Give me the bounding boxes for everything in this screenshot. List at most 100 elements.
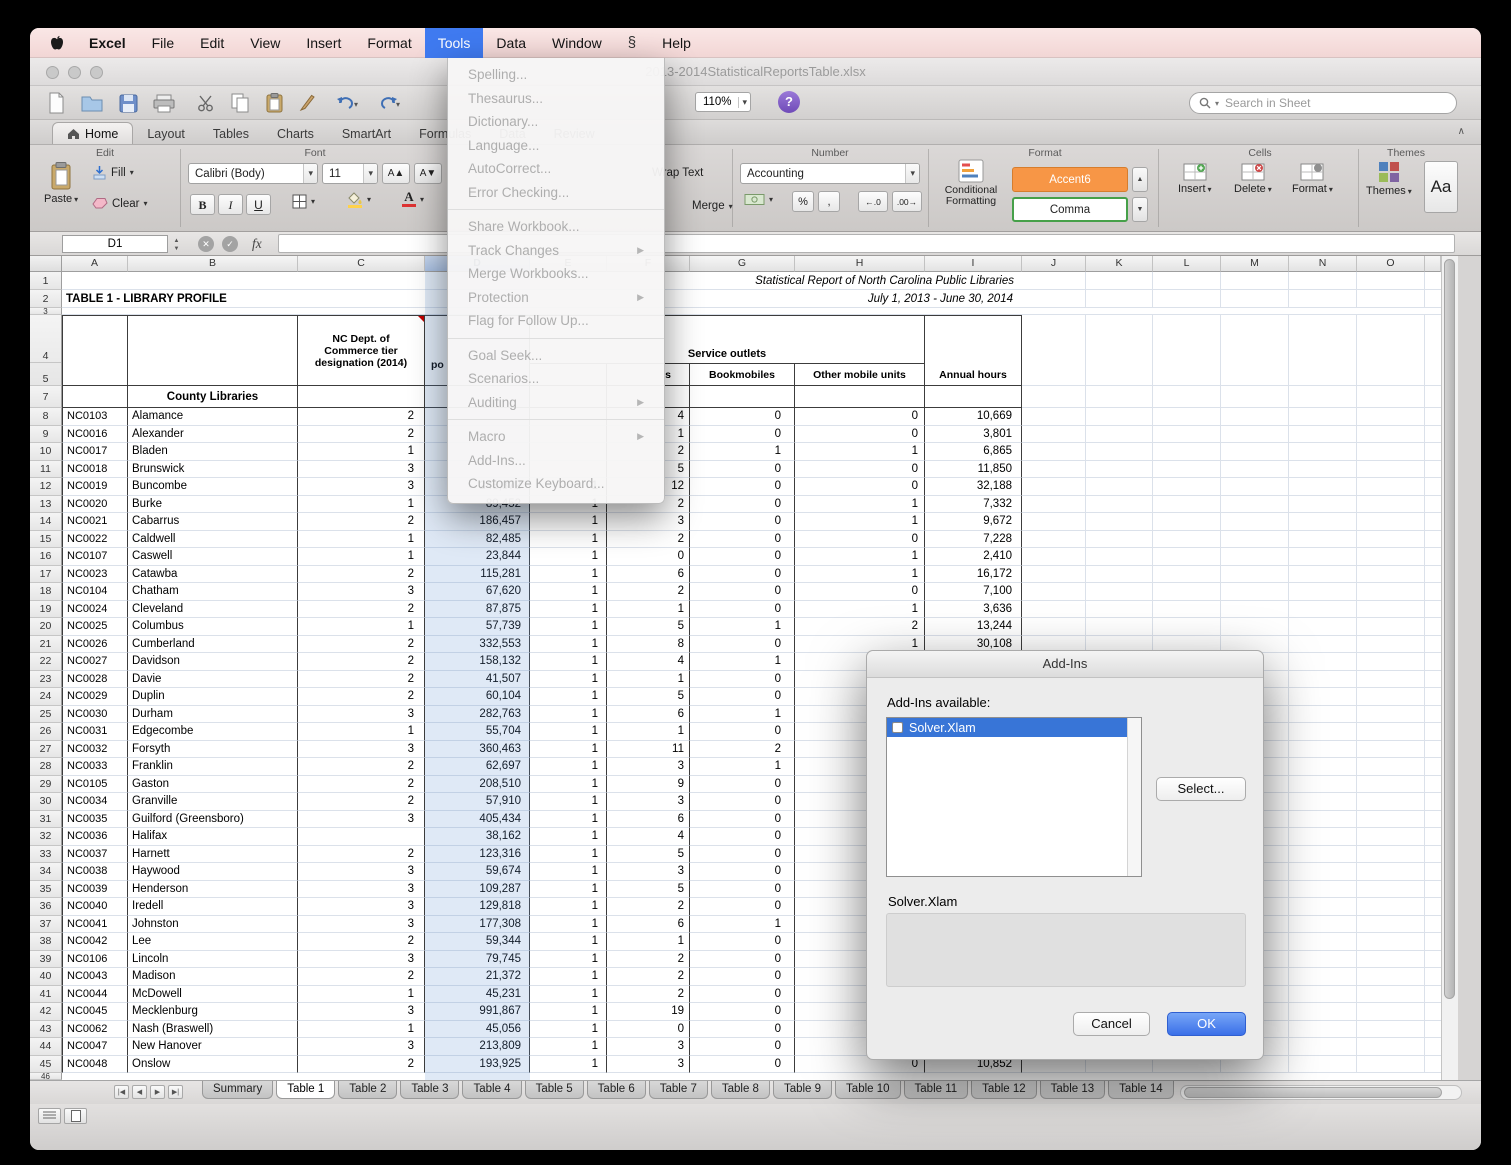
cell[interactable]: 3 [298,951,425,969]
menu-item-flag-for-follow-up[interactable]: Flag for Follow Up... [448,309,664,333]
row-header-22[interactable]: 22 [30,653,62,671]
cell[interactable]: 1 [298,531,425,549]
cell[interactable]: 0 [690,601,795,619]
row-header-9[interactable]: 9 [30,426,62,444]
cell[interactable] [1357,811,1425,829]
cell[interactable] [1357,1056,1425,1074]
cell[interactable]: NC0043 [62,968,128,986]
cell[interactable]: Guilford (Greensboro) [128,811,298,829]
cell[interactable] [1086,496,1153,514]
sheet-tab-table-8[interactable]: Table 8 [711,1081,770,1099]
row-header-46[interactable]: 46 [30,1073,62,1080]
print-button[interactable] [150,91,178,115]
row-header-44[interactable]: 44 [30,1038,62,1056]
cell[interactable] [1022,315,1086,386]
cell[interactable] [1221,478,1289,496]
cell[interactable] [1425,566,1441,584]
cell[interactable]: 0 [690,986,795,1004]
cell[interactable] [1289,671,1357,689]
cell[interactable]: 1 [690,653,795,671]
cell[interactable] [1153,496,1221,514]
cell[interactable]: Gaston [128,776,298,794]
cell[interactable]: 2 [298,408,425,426]
cell[interactable] [1022,290,1086,308]
sheet-tab-table-7[interactable]: Table 7 [649,1081,708,1099]
cell[interactable] [1425,758,1441,776]
cell[interactable]: 1 [530,863,607,881]
tab-tables[interactable]: Tables [199,123,263,144]
cell[interactable] [1425,461,1441,479]
cell[interactable]: 1 [530,951,607,969]
cell[interactable]: 1 [530,706,607,724]
format-cells-button[interactable]: Format▾ [1292,163,1333,195]
cell[interactable]: 1 [530,898,607,916]
cell[interactable]: NC0023 [62,566,128,584]
cell[interactable] [690,386,795,408]
cell[interactable] [1425,408,1441,426]
cell[interactable] [1289,426,1357,444]
cell[interactable] [1425,793,1441,811]
borders-button[interactable]: ▾ [292,194,315,209]
cell[interactable]: 38,162 [425,828,530,846]
cell[interactable]: 3 [298,863,425,881]
row-header-35[interactable]: 35 [30,881,62,899]
cell[interactable] [1289,461,1357,479]
cell[interactable] [1289,863,1357,881]
cell[interactable]: 55,704 [425,723,530,741]
cell[interactable] [1289,741,1357,759]
cell[interactable] [1425,531,1441,549]
cell[interactable]: 0 [690,951,795,969]
cell[interactable] [1086,566,1153,584]
cell[interactable]: NC0048 [62,1056,128,1074]
cell[interactable]: 11,850 [925,461,1022,479]
cell[interactable] [62,1073,1441,1080]
cell[interactable]: 5 [607,688,690,706]
cell[interactable] [1289,583,1357,601]
cancel-button[interactable]: Cancel [1073,1012,1150,1036]
cell[interactable]: 5 [607,618,690,636]
cell[interactable] [1357,1021,1425,1039]
cell[interactable]: 2 [298,933,425,951]
cell[interactable]: Madison [128,968,298,986]
cell[interactable]: 2 [607,583,690,601]
cell[interactable] [1425,1056,1441,1074]
cell[interactable]: 193,925 [425,1056,530,1074]
row-header-21[interactable]: 21 [30,636,62,654]
vertical-scrollbar[interactable] [1441,256,1458,1080]
cell[interactable]: 1 [530,513,607,531]
cell[interactable] [1086,408,1153,426]
cell[interactable]: 1 [530,531,607,549]
cell[interactable] [1289,408,1357,426]
cell[interactable] [1425,723,1441,741]
cell[interactable] [1357,933,1425,951]
cell[interactable]: 3 [298,706,425,724]
cell[interactable]: NC0025 [62,618,128,636]
sheet-tab-table-5[interactable]: Table 5 [525,1081,584,1099]
cell[interactable] [1357,688,1425,706]
sheet-tab-table-10[interactable]: Table 10 [835,1081,900,1099]
cell[interactable]: 1 [690,916,795,934]
cell[interactable]: 4 [607,653,690,671]
comma-style-button[interactable]: , [818,191,840,212]
cell[interactable]: NC0040 [62,898,128,916]
zoom-dropdown-arrow[interactable]: ▾ [738,97,750,108]
cell[interactable]: 1 [530,881,607,899]
row-header-40[interactable]: 40 [30,968,62,986]
cell[interactable] [1425,846,1441,864]
menu-item-goal-seek[interactable]: Goal Seek... [448,344,664,368]
close-window-button[interactable] [46,66,59,79]
cell[interactable]: 9 [607,776,690,794]
cell[interactable] [1357,408,1425,426]
minimize-window-button[interactable] [68,66,81,79]
cell[interactable]: 1 [530,601,607,619]
menu-file[interactable]: File [139,28,188,58]
cell[interactable] [1425,496,1441,514]
font-size-select[interactable]: 11▾ [322,163,378,184]
select-all-corner[interactable] [30,256,62,272]
cell[interactable] [1425,741,1441,759]
fill-button[interactable]: Fill▾ [92,165,134,180]
cell[interactable] [1425,951,1441,969]
cell[interactable] [1221,443,1289,461]
cell[interactable]: 2 [298,846,425,864]
sheet-tab-table-1[interactable]: Table 1 [276,1081,335,1099]
